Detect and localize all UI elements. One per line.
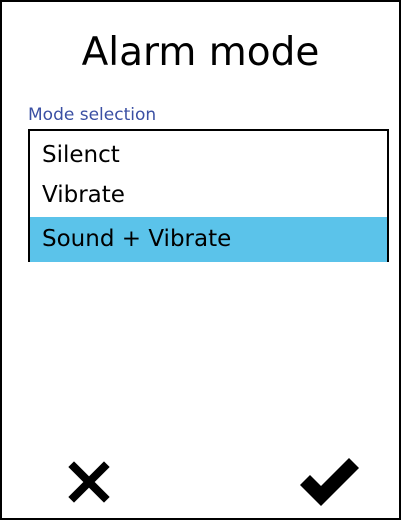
confirm-button[interactable] [294,452,364,512]
list-item-silent[interactable]: Silenct [30,135,387,176]
list-item-sound-vibrate[interactable]: Sound + Vibrate [30,217,387,262]
cancel-button[interactable] [54,452,124,512]
close-icon [68,461,110,503]
alarm-mode-screen: Alarm mode Mode selection Silenct Vibrat… [0,0,401,520]
check-icon [300,458,359,506]
mode-selection-list[interactable]: Silenct Vibrate Sound + Vibrate [28,129,389,262]
mode-selection-label: Mode selection [28,105,157,125]
list-item-vibrate[interactable]: Vibrate [30,175,387,216]
page-title: Alarm mode [81,30,320,75]
